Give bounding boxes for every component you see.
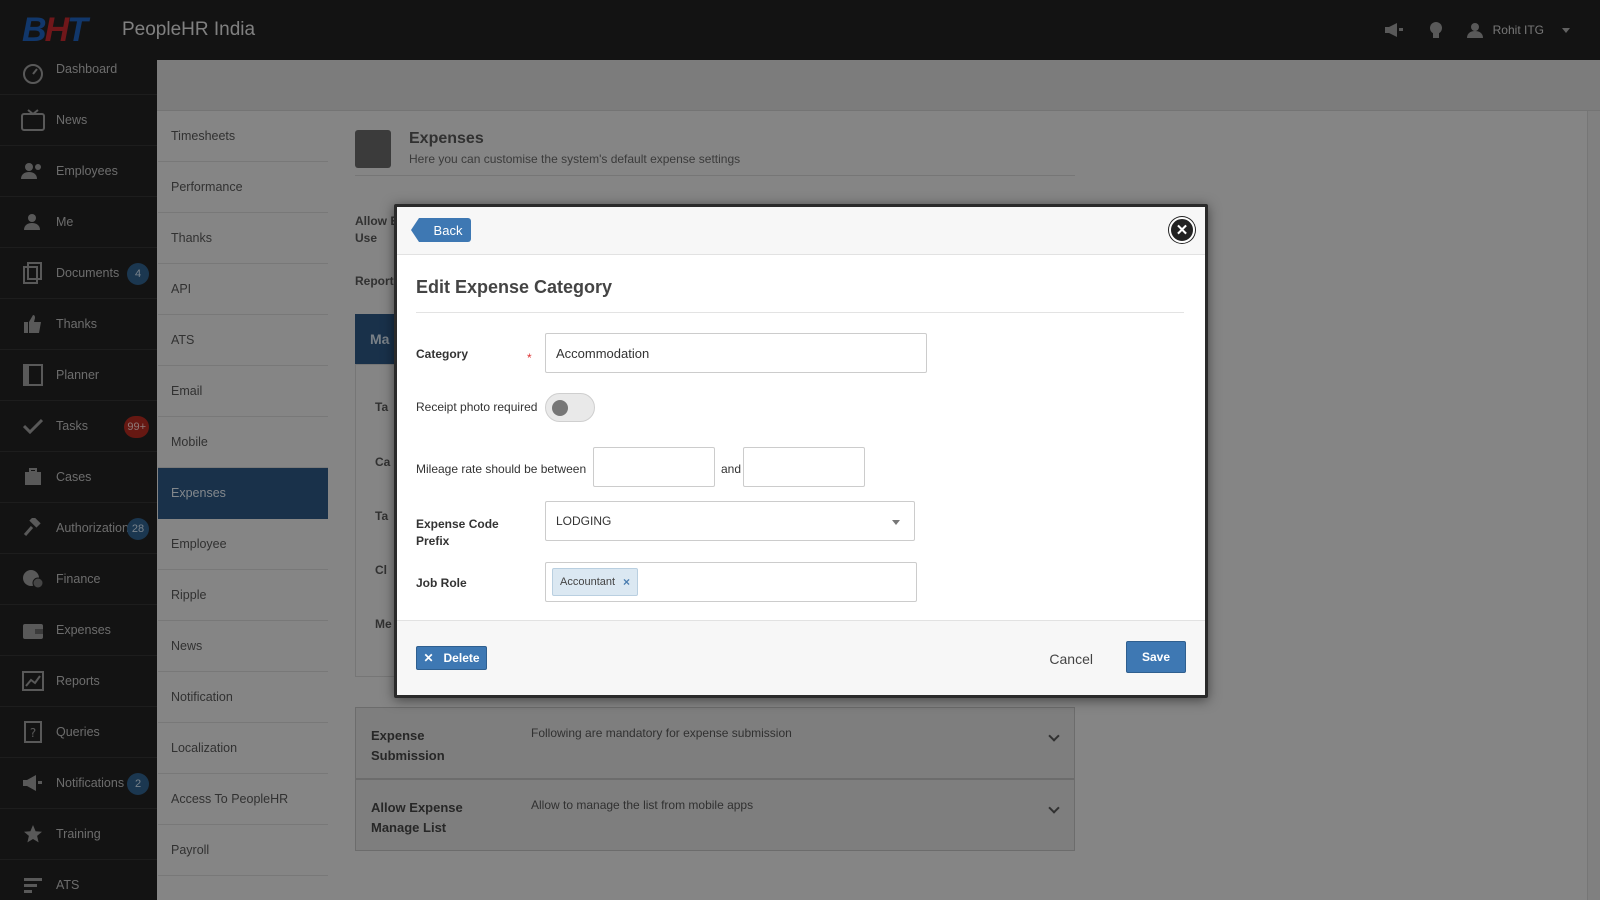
dialog-header: Back ✕ — [397, 207, 1205, 255]
mileage-and-label: and — [721, 462, 742, 476]
receipt-label: Receipt photo required — [416, 400, 538, 414]
category-input[interactable]: Accommodation — [545, 333, 927, 373]
job-role-input[interactable]: Accountant × — [545, 562, 917, 602]
delete-icon: ✕ — [423, 651, 434, 665]
prefix-value: LODGING — [556, 514, 612, 528]
job-role-tag: Accountant × — [552, 568, 639, 596]
remove-tag-icon[interactable]: × — [623, 575, 630, 589]
mileage-max-input[interactable] — [743, 447, 865, 487]
tag-label: Accountant — [560, 576, 616, 588]
back-button[interactable]: Back — [411, 218, 471, 242]
expense-code-prefix-select[interactable]: LODGING — [545, 501, 915, 541]
delete-label: Delete — [443, 651, 480, 665]
edit-expense-category-dialog: Back ✕ Edit Expense Category Category * … — [394, 204, 1208, 698]
toggle-knob — [552, 400, 568, 416]
dialog-title: Edit Expense Category — [416, 277, 613, 297]
mileage-label: Mileage rate should be between — [416, 462, 587, 476]
close-icon[interactable]: ✕ — [1169, 217, 1195, 243]
receipt-photo-toggle[interactable] — [545, 393, 595, 422]
delete-button[interactable]: ✕ Delete — [416, 646, 487, 670]
required-marker: * — [527, 351, 532, 365]
mileage-min-input[interactable] — [593, 447, 715, 487]
dialog-footer: ✕ Delete Cancel Save — [397, 620, 1205, 695]
job-role-label: Job Role — [416, 576, 467, 590]
save-button[interactable]: Save — [1126, 641, 1186, 673]
category-label: Category — [416, 347, 469, 361]
chevron-down-icon — [892, 520, 900, 525]
title-divider — [416, 312, 1184, 313]
prefix-label: Expense Code Prefix — [416, 517, 499, 548]
cancel-button[interactable]: Cancel — [1049, 651, 1093, 667]
